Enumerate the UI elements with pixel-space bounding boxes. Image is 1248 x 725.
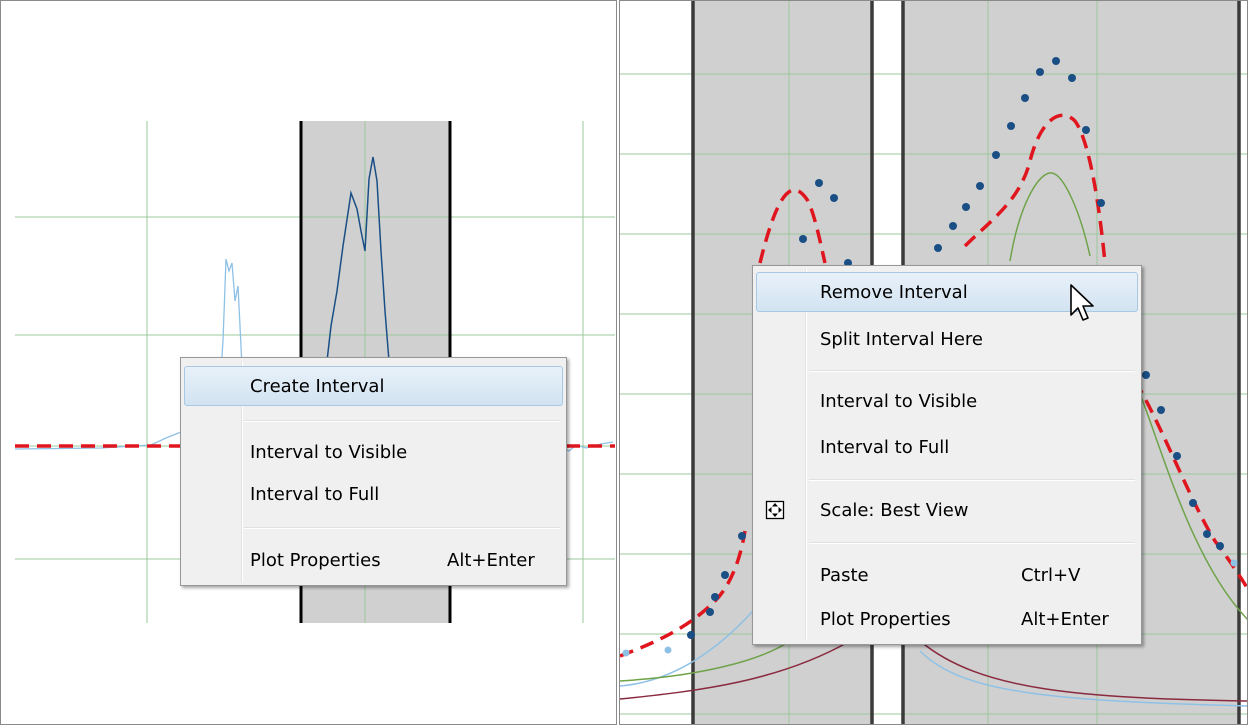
menu-item-label: Interval to Full (820, 436, 950, 458)
menu-item-split-interval-here[interactable]: Split Interval Here (756, 319, 1138, 359)
menu-separator (244, 420, 560, 422)
menu-item-create-interval[interactable]: Create Interval (184, 366, 563, 406)
left-plot-panel[interactable]: Create Interval Interval to Visible Inte… (0, 0, 617, 725)
menu-separator (809, 479, 1135, 481)
menu-item-scale-best-view[interactable]: Scale: Best View (756, 490, 1138, 530)
best-view-icon (765, 500, 785, 520)
menu-item-label: Plot Properties (250, 549, 381, 571)
menu-item-label: Scale: Best View (820, 499, 969, 521)
menu-item-interval-to-visible[interactable]: Interval to Visible (184, 432, 563, 472)
right-plot-panel[interactable]: Remove Interval Split Interval Here Inte… (619, 0, 1248, 725)
menu-separator (809, 370, 1135, 372)
menu-item-shortcut: Alt+Enter (447, 549, 535, 571)
menu-item-interval-to-full[interactable]: Interval to Full (756, 427, 1138, 467)
menu-item-interval-to-full[interactable]: Interval to Full (184, 474, 563, 514)
menu-item-label: Interval to Visible (820, 390, 978, 412)
context-menu-left[interactable]: Create Interval Interval to Visible Inte… (180, 357, 567, 586)
mouse-cursor-icon (1070, 284, 1094, 321)
menu-item-label: Remove Interval (820, 281, 968, 303)
menu-item-paste[interactable]: Paste Ctrl+V (756, 555, 1138, 595)
menu-separator (809, 542, 1135, 544)
menu-item-label: Create Interval (250, 375, 385, 397)
menu-item-shortcut: Ctrl+V (1021, 564, 1081, 586)
menu-item-label: Split Interval Here (820, 328, 983, 350)
menu-item-interval-to-visible[interactable]: Interval to Visible (756, 381, 1138, 421)
menu-item-label: Interval to Visible (250, 441, 408, 463)
menu-item-shortcut: Alt+Enter (1021, 608, 1109, 630)
menu-item-label: Interval to Full (250, 483, 380, 505)
menu-item-plot-properties[interactable]: Plot Properties Alt+Enter (184, 540, 563, 580)
menu-item-label: Plot Properties (820, 608, 951, 630)
menu-item-plot-properties[interactable]: Plot Properties Alt+Enter (756, 599, 1138, 639)
menu-separator (244, 527, 560, 529)
menu-item-label: Paste (820, 564, 869, 586)
